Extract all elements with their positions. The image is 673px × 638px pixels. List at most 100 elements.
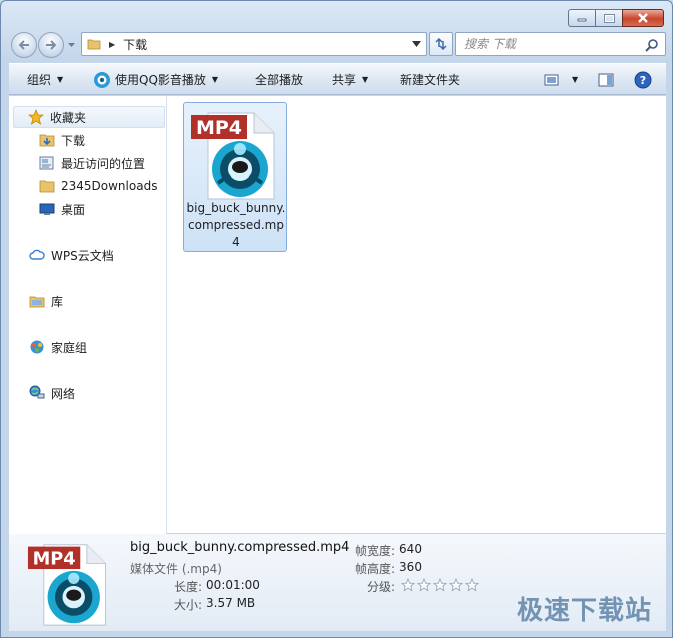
desktop-icon — [39, 201, 55, 217]
preview-pane-button[interactable] — [598, 64, 618, 95]
minimize-button[interactable] — [568, 9, 595, 27]
forward-button[interactable] — [38, 32, 64, 58]
search-icon[interactable] — [645, 38, 659, 52]
explorer-window: ▶ 下载 组织 ▼ 使用QQ影音播放 ▼ 全部播放 共享 ▼ — [0, 0, 673, 638]
back-arrow-icon — [18, 40, 29, 50]
frame-height-value[interactable]: 360 — [399, 560, 422, 577]
close-button[interactable] — [622, 9, 664, 27]
rating-star-icon[interactable] — [433, 578, 448, 592]
star-icon — [28, 109, 44, 125]
refresh-button[interactable] — [429, 32, 453, 56]
rating-star-icon[interactable] — [417, 578, 432, 592]
watermark-text: 极速下载站 — [516, 596, 652, 626]
file-item[interactable]: MP4 big_buck_bunny.compressed.mp4 — [183, 102, 287, 252]
chevron-down-icon: ▼ — [211, 75, 219, 84]
rating-label: 分级: — [367, 580, 396, 594]
details-rating-row: 分级: — [367, 578, 480, 595]
details-file-type: 媒体文件 (.mp4) — [130, 562, 222, 576]
close-icon — [638, 13, 648, 23]
breadcrumb-separator-icon[interactable]: ▶ — [109, 40, 115, 49]
view-icon — [544, 74, 559, 85]
search-box[interactable] — [455, 32, 666, 56]
folder-icon — [87, 39, 101, 50]
help-icon: ? — [634, 71, 652, 88]
preview-pane-icon — [598, 73, 614, 86]
folder-icon — [39, 178, 55, 194]
sidebar-item-wps-cloud[interactable]: WPS云文档 — [29, 245, 114, 265]
navigation-row: ▶ 下载 — [9, 31, 666, 58]
mp4-badge-text: MP4 — [33, 549, 76, 569]
forward-arrow-icon — [46, 40, 57, 50]
sidebar-item-label: 桌面 — [61, 202, 86, 217]
chevron-down-icon: ▼ — [572, 75, 579, 84]
sidebar-item-label: 下载 — [61, 133, 86, 148]
maximize-icon — [603, 13, 615, 23]
sidebar-item-homegroup[interactable]: 家庭组 — [29, 337, 87, 357]
details-height-row: 帧高度: 360 — [355, 560, 422, 577]
svg-text:?: ? — [640, 74, 646, 87]
organize-label: 组织 — [27, 73, 52, 87]
open-with-qq-button[interactable]: 使用QQ影音播放 ▼ — [93, 64, 218, 95]
rating-star-icon[interactable] — [401, 578, 416, 592]
new-folder-button[interactable]: 新建文件夹 — [400, 64, 460, 95]
minimize-icon — [577, 18, 587, 22]
maximize-button[interactable] — [595, 9, 622, 27]
frame-width-value[interactable]: 640 — [399, 542, 422, 559]
command-toolbar: 组织 ▼ 使用QQ影音播放 ▼ 全部播放 共享 ▼ 新建文件夹 ▼ ? — [9, 63, 666, 95]
address-bar[interactable]: ▶ 下载 — [81, 32, 427, 56]
length-value[interactable]: 00:01:00 — [206, 578, 260, 595]
caption-buttons — [568, 9, 664, 27]
sidebar-item-label: 2345Downloads — [61, 179, 158, 193]
sidebar-item-recent-places[interactable]: 最近访问的位置 — [39, 153, 145, 173]
sidebar-item-2345downloads[interactable]: 2345Downloads — [39, 176, 157, 196]
size-label: 大小: — [174, 598, 203, 612]
frame-height-label: 帧高度: — [355, 562, 396, 576]
play-all-label: 全部播放 — [255, 73, 304, 87]
network-icon — [29, 385, 45, 401]
new-folder-label: 新建文件夹 — [400, 73, 461, 87]
mp4-file-icon: MP4 — [191, 112, 275, 200]
sidebar-item-label: 库 — [51, 294, 64, 309]
details-file-name: big_buck_bunny.compressed.mp4 — [130, 540, 350, 555]
chevron-down-icon: ▼ — [362, 75, 369, 84]
details-length-row: 长度: 00:01:00 — [174, 578, 260, 595]
sidebar-item-library[interactable]: 库 — [29, 291, 63, 311]
homegroup-icon — [29, 339, 45, 355]
file-list-pane: MP4 big_buck_bunny.compressed.mp4 — [168, 96, 666, 534]
share-label: 共享 — [332, 73, 357, 87]
play-all-button[interactable]: 全部播放 — [255, 64, 303, 95]
details-pane: MP4 big_buck_bunny.compressed.mp4 媒体文件 (… — [9, 534, 666, 631]
organize-menu[interactable]: 组织 ▼ — [27, 64, 63, 95]
length-label: 长度: — [174, 580, 203, 594]
size-value: 3.57 MB — [206, 596, 256, 610]
sidebar-item-network[interactable]: 网络 — [29, 383, 75, 403]
rating-star-icon[interactable] — [465, 578, 480, 592]
navigation-pane: 收藏夹 下载 最近访问的位置 2345Downloads 桌面 WPS云文档 库… — [9, 96, 167, 534]
back-button[interactable] — [11, 32, 37, 58]
file-name: big_buck_bunny.compressed.mp4 — [186, 201, 286, 249]
breadcrumb-current[interactable]: 下载 — [123, 36, 147, 53]
sidebar-item-label: WPS云文档 — [51, 248, 114, 263]
rating-stars[interactable] — [401, 578, 480, 595]
recent-places-icon — [39, 155, 55, 171]
help-button[interactable]: ? — [634, 64, 656, 95]
mp4-file-icon: MP4 — [27, 544, 106, 626]
open-with-label: 使用QQ影音播放 — [115, 73, 206, 87]
sidebar-item-label: 收藏夹 — [50, 110, 87, 125]
share-menu[interactable]: 共享 ▼ — [332, 64, 368, 95]
search-input[interactable] — [464, 37, 644, 51]
qq-player-icon — [94, 71, 110, 88]
sidebar-item-downloads[interactable]: 下载 — [39, 130, 85, 150]
rating-star-icon[interactable] — [449, 578, 464, 592]
address-dropdown-icon[interactable] — [412, 41, 421, 47]
sidebar-item-favorites[interactable]: 收藏夹 — [13, 106, 165, 128]
download-folder-icon — [39, 132, 55, 148]
details-width-row: 帧宽度: 640 — [355, 542, 422, 559]
refresh-icon — [435, 37, 447, 51]
change-view-button[interactable]: ▼ — [544, 64, 578, 95]
sidebar-item-desktop[interactable]: 桌面 — [39, 199, 85, 219]
mp4-badge-text: MP4 — [196, 117, 242, 139]
cloud-icon — [29, 247, 45, 263]
recent-pages-dropdown-icon[interactable] — [67, 40, 76, 49]
details-size-row: 大小: 3.57 MB — [174, 596, 255, 613]
